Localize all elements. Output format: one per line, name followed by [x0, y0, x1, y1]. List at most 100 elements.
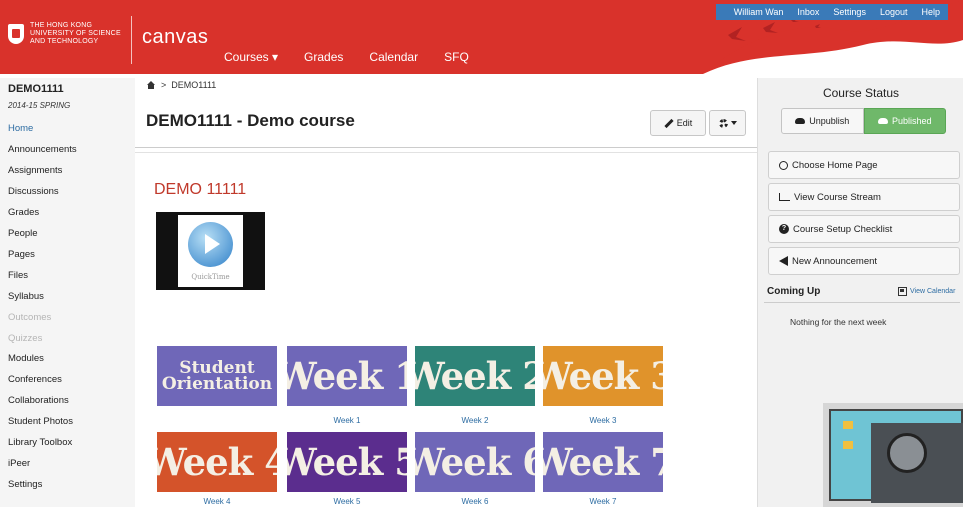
question-icon: ? [779, 224, 789, 234]
view-calendar-label: View Calendar [910, 288, 956, 295]
choose-home-page-button[interactable]: Choose Home Page [768, 151, 960, 179]
university-name-line: UNIVERSITY OF SCIENCE [30, 30, 121, 37]
nav-grades[interactable]: Grades [304, 50, 343, 64]
pencil-icon [664, 118, 674, 128]
quicktime-video[interactable]: QuickTime [156, 212, 265, 290]
sidebar-item-modules[interactable]: Modules [8, 353, 44, 364]
inbox-link[interactable]: Inbox [797, 7, 819, 17]
module-tile-link[interactable]: Week 7 [543, 497, 663, 506]
module-tile-link[interactable]: Week 2 [415, 416, 535, 425]
module-tile[interactable]: Week 3 [543, 346, 663, 406]
sidebar-item-outcomes: Outcomes [8, 311, 52, 323]
sidebar-item-assignments[interactable]: Assignments [8, 165, 62, 176]
divider [764, 302, 960, 303]
help-link[interactable]: Help [921, 7, 940, 17]
university-name-line: AND TECHNOLOGY [30, 38, 99, 45]
sidebar-item-syllabus[interactable]: Syllabus [8, 291, 44, 302]
sidebar-item-student-photos[interactable]: Student Photos [8, 416, 73, 427]
monitor-graphic [829, 409, 963, 503]
top-banner: THE HONG KONG UNIVERSITY OF SCIENCE AND … [0, 0, 963, 74]
circle-icon [779, 160, 788, 170]
logout-link[interactable]: Logout [880, 7, 908, 17]
new-announcement-label: New Announcement [792, 255, 878, 267]
sidebar-item-discussions[interactable]: Discussions [8, 186, 59, 197]
university-crest-icon [8, 24, 24, 44]
sidebar-item-library-toolbox[interactable]: Library Toolbox [8, 437, 72, 448]
module-tile-link[interactable]: Week 6 [415, 497, 535, 506]
sidebar-item-announcements[interactable]: Announcements [8, 144, 77, 155]
published-button[interactable]: Published [863, 108, 946, 134]
publish-toggle: Unpublish Published [781, 108, 946, 134]
module-tile-link[interactable]: Week 1 [287, 416, 407, 425]
disc-icon [887, 433, 927, 473]
module-tile[interactable]: Week 1 [287, 346, 407, 406]
module-tile[interactable]: Week 7 [543, 432, 663, 492]
university-name-line: THE HONG KONG [30, 22, 93, 29]
settings-dropdown-button[interactable] [709, 110, 746, 136]
nav-sfq[interactable]: SFQ [444, 50, 469, 64]
main-nav: Courses ▾ Grades Calendar SFQ [224, 50, 469, 64]
nav-courses[interactable]: Courses ▾ [224, 50, 278, 64]
university-logo[interactable]: THE HONG KONG UNIVERSITY OF SCIENCE AND … [8, 22, 121, 46]
unpublish-label: Unpublish [809, 116, 850, 126]
breadcrumb-current[interactable]: DEMO1111 [171, 80, 216, 90]
view-calendar-link[interactable]: View Calendar [898, 287, 955, 296]
sidebar-item-files[interactable]: Files [8, 270, 28, 281]
module-tile[interactable]: Week 5 [287, 432, 407, 492]
module-tile[interactable]: Week 2 [415, 346, 535, 406]
megaphone-icon [779, 256, 788, 266]
breadcrumb-separator: > [161, 80, 167, 90]
module-tile-link[interactable]: Week 4 [157, 497, 277, 506]
view-course-stream-button[interactable]: View Course Stream [768, 183, 960, 211]
choose-home-page-label: Choose Home Page [792, 159, 878, 171]
cloud-check-icon [877, 118, 888, 124]
calendar-icon [898, 287, 907, 296]
sidebar-item-quizzes: Quizzes [8, 332, 43, 344]
course-setup-checklist-button[interactable]: ? Course Setup Checklist [768, 215, 960, 243]
module-tile-link[interactable]: Week 5 [287, 497, 407, 506]
sidebar-item-ipeer[interactable]: iPeer [8, 458, 30, 469]
module-tile-link[interactable]: Week 3 [543, 416, 663, 425]
gear-icon [718, 118, 728, 128]
sidebar-item-pages[interactable]: Pages [8, 249, 35, 260]
module-tile[interactable]: Week 4 [157, 432, 277, 492]
module-tile[interactable]: Student Orientation [157, 346, 277, 406]
presenter-illustration [823, 403, 963, 507]
play-icon [188, 222, 233, 267]
sidebar-item-settings[interactable]: Settings [8, 479, 42, 490]
user-nav: William Wan Inbox Settings Logout Help [715, 4, 948, 20]
published-label: Published [891, 116, 932, 126]
module-tile[interactable]: Week 6 [415, 432, 535, 492]
sidebar-item-people[interactable]: People [8, 228, 38, 239]
unpublish-button[interactable]: Unpublish [781, 108, 864, 134]
view-course-stream-label: View Course Stream [794, 191, 881, 203]
course-sidebar: DEMO1111 2014-15 SPRING Home Announcement… [0, 78, 135, 507]
settings-link[interactable]: Settings [833, 7, 866, 17]
canvas-brand[interactable]: canvas [142, 26, 208, 49]
sidebar-item-home[interactable]: Home [8, 123, 33, 134]
course-code: DEMO1111 [8, 83, 64, 95]
user-name-link[interactable]: William Wan [734, 7, 784, 17]
sidebar-item-conferences[interactable]: Conferences [8, 374, 62, 385]
logo-divider [131, 16, 132, 64]
coming-up-heading: Coming Up [767, 286, 821, 297]
chevron-down-icon [730, 121, 737, 125]
divider [135, 152, 757, 153]
sidebar-item-collaborations[interactable]: Collaborations [8, 395, 69, 406]
nav-calendar[interactable]: Calendar [369, 50, 418, 64]
course-setup-checklist-label: Course Setup Checklist [793, 223, 893, 235]
breadcrumb: > DEMO1111 [146, 80, 216, 90]
quicktime-label: QuickTime [191, 273, 230, 281]
content-heading: DEMO 11111 [154, 181, 247, 198]
new-announcement-button[interactable]: New Announcement [768, 247, 960, 275]
stream-chart-icon [779, 193, 790, 201]
course-term: 2014-15 SPRING [8, 101, 71, 110]
page-title: DEMO1111 - Demo course [146, 111, 355, 130]
home-icon[interactable] [146, 80, 156, 90]
divider [135, 147, 757, 148]
sidebar-item-grades[interactable]: Grades [8, 207, 39, 218]
edit-button-label: Edit [676, 118, 693, 128]
cloud-icon [795, 118, 806, 124]
edit-button[interactable]: Edit [650, 110, 706, 136]
no-events-message: Nothing for the next week [790, 317, 887, 327]
